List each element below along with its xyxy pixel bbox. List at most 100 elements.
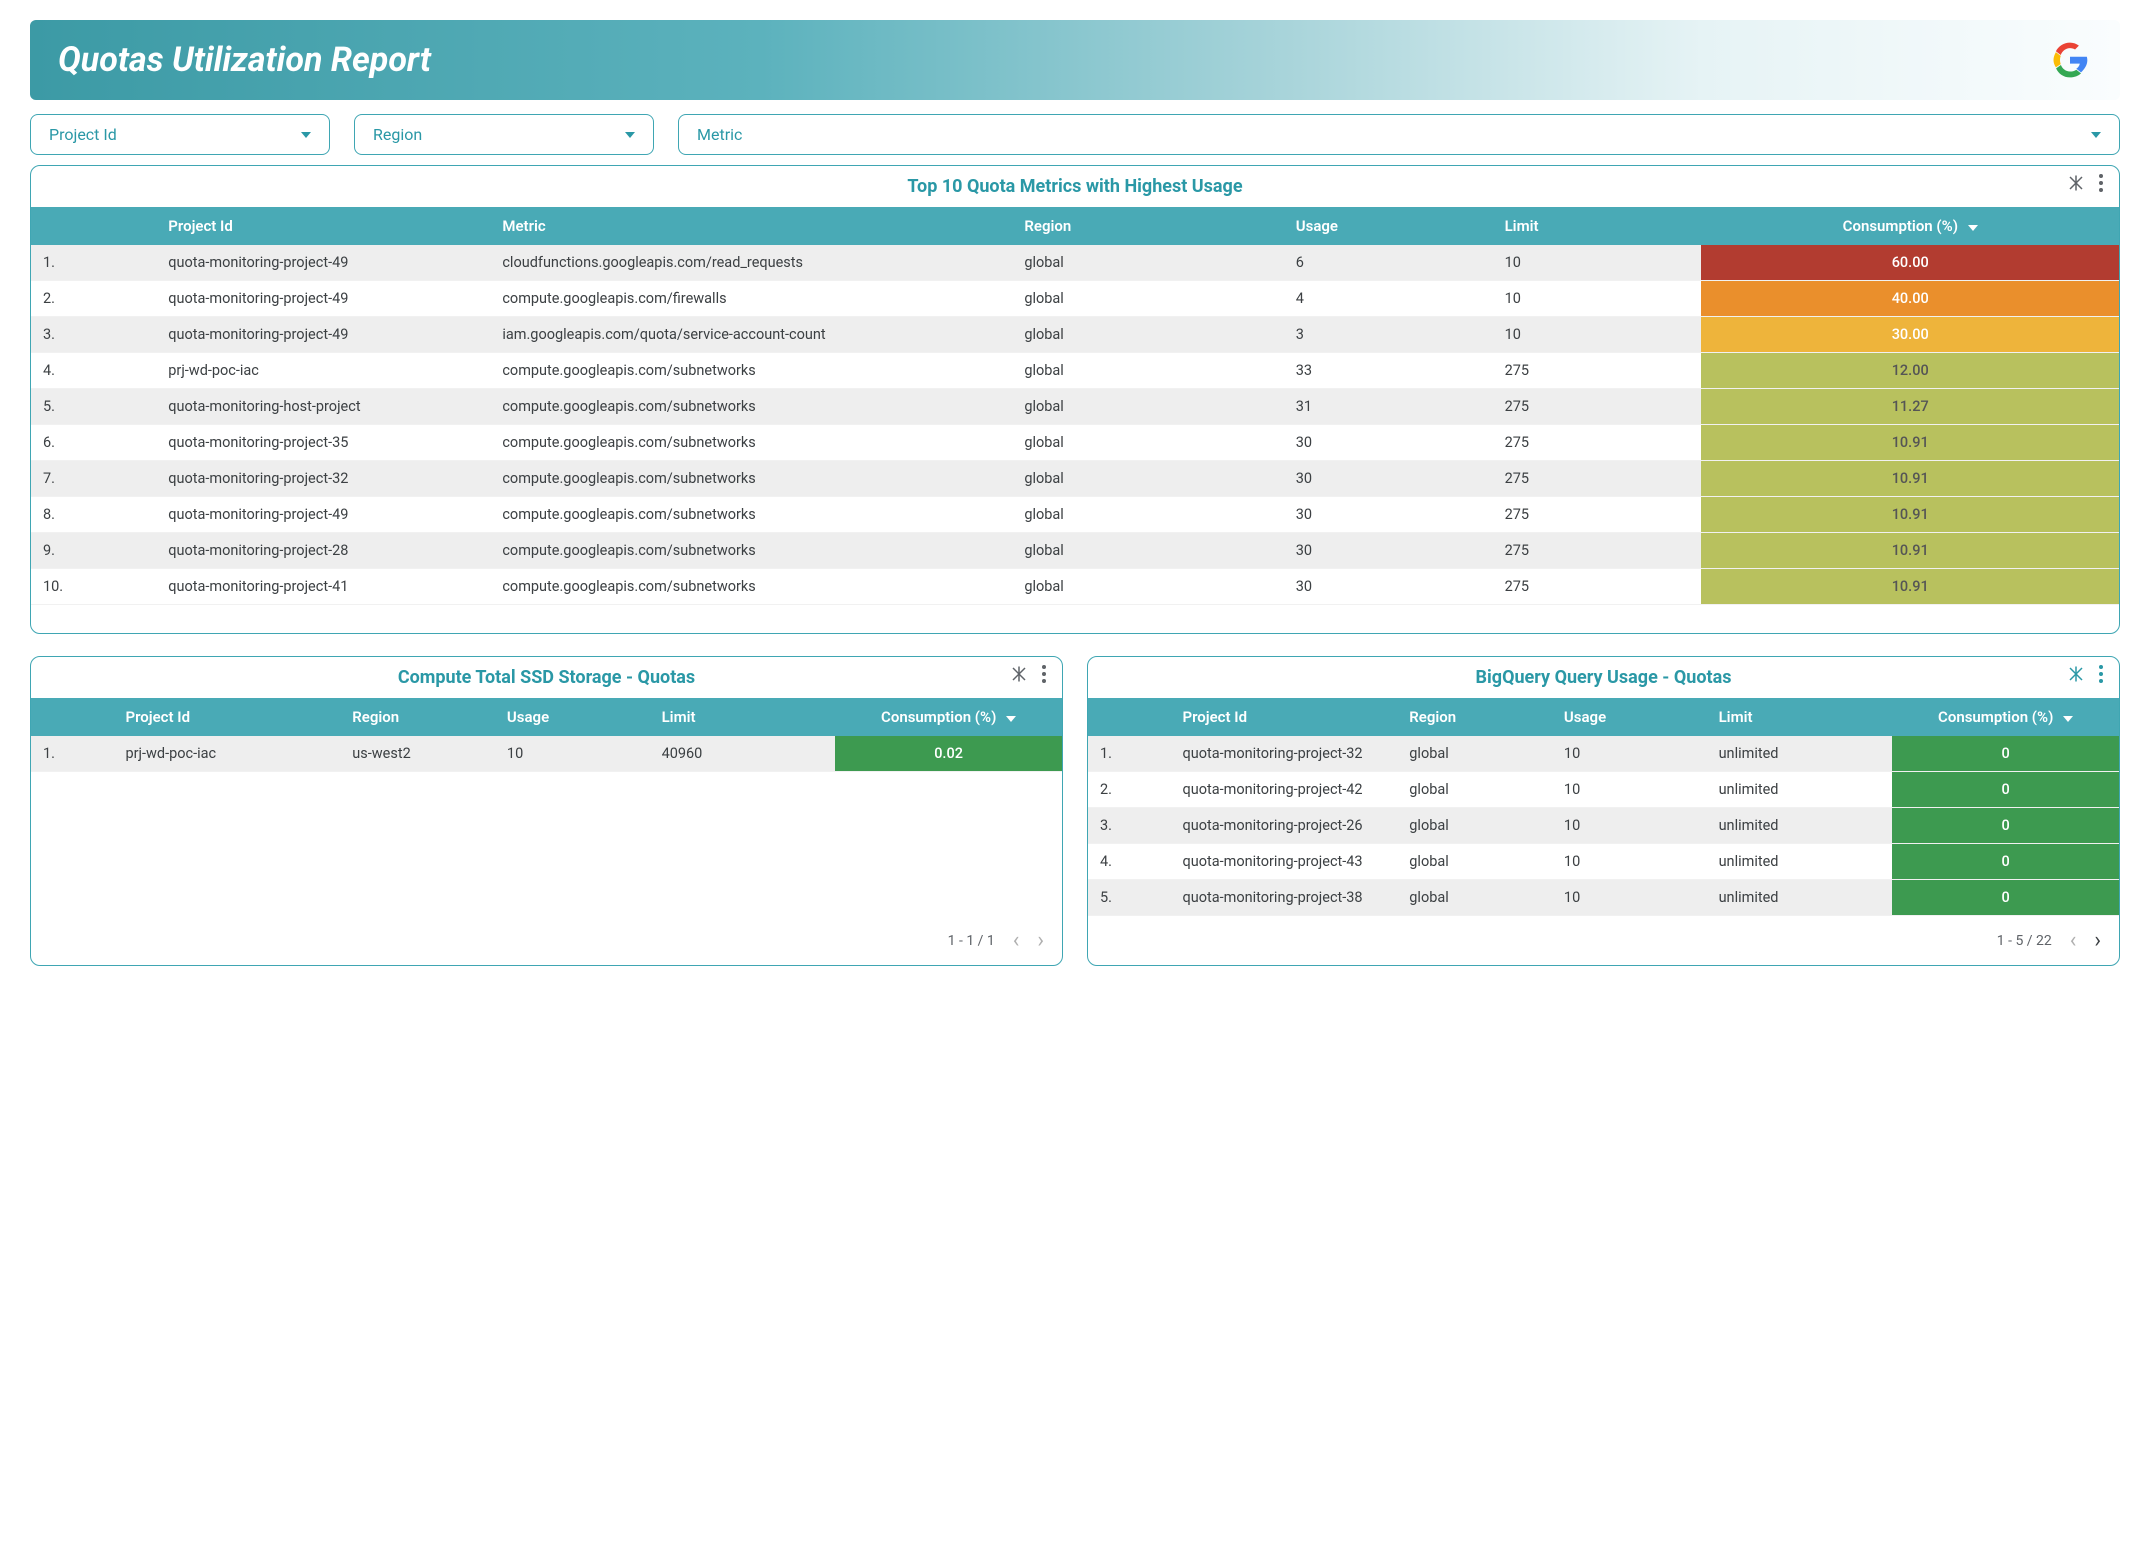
cell-consumption: 10.91: [1701, 425, 2119, 461]
col-consumption-label: Consumption (%): [1938, 708, 2053, 726]
project-id-dropdown[interactable]: Project Id: [30, 114, 330, 155]
col-usage[interactable]: Usage: [495, 698, 650, 736]
col-consumption[interactable]: Consumption (%): [1701, 207, 2119, 245]
panel-title: Compute Total SSD Storage - Quotas: [398, 667, 695, 688]
table-row[interactable]: 1.quota-monitoring-project-49cloudfuncti…: [31, 245, 2119, 281]
cell-consumption: 10.91: [1701, 569, 2119, 605]
cell-consumption: 0: [1892, 880, 2119, 916]
cell-limit: 10: [1493, 245, 1702, 281]
cell-limit: 275: [1493, 569, 1702, 605]
cell-limit: unlimited: [1707, 736, 1893, 772]
cell-project: quota-monitoring-project-32: [1170, 736, 1397, 772]
col-limit[interactable]: Limit: [650, 698, 836, 736]
sort-desc-icon: [1968, 217, 1978, 235]
col-project[interactable]: Project Id: [1170, 698, 1397, 736]
col-metric[interactable]: Metric: [490, 207, 1012, 245]
col-usage[interactable]: Usage: [1284, 207, 1493, 245]
cell-index: 4.: [31, 353, 156, 389]
gcp-logo-icon: [2048, 38, 2092, 82]
cell-project: quota-monitoring-project-38: [1170, 880, 1397, 916]
col-index[interactable]: [31, 698, 113, 736]
cell-limit: 275: [1493, 497, 1702, 533]
col-limit[interactable]: Limit: [1493, 207, 1702, 245]
cell-usage: 30: [1284, 533, 1493, 569]
table-row[interactable]: 4.prj-wd-poc-iaccompute.googleapis.com/s…: [31, 353, 2119, 389]
col-region[interactable]: Region: [1397, 698, 1552, 736]
panel-header: Compute Total SSD Storage - Quotas: [31, 657, 1062, 698]
cell-region: global: [1397, 880, 1552, 916]
reset-filter-icon[interactable]: [2067, 665, 2085, 683]
table-row[interactable]: 6.quota-monitoring-project-35compute.goo…: [31, 425, 2119, 461]
col-index[interactable]: [31, 207, 156, 245]
sort-desc-icon: [2063, 708, 2073, 726]
table-row[interactable]: 5.quota-monitoring-host-projectcompute.g…: [31, 389, 2119, 425]
col-region[interactable]: Region: [1012, 207, 1283, 245]
col-usage[interactable]: Usage: [1552, 698, 1707, 736]
table-row[interactable]: 2.quota-monitoring-project-42global10unl…: [1088, 772, 2119, 808]
next-page-icon[interactable]: ›: [1037, 928, 1044, 953]
panel-menu-icon[interactable]: [1042, 665, 1046, 683]
col-consumption[interactable]: Consumption (%): [835, 698, 1062, 736]
cell-limit: unlimited: [1707, 808, 1893, 844]
cell-metric: compute.googleapis.com/subnetworks: [490, 569, 1012, 605]
table-row[interactable]: 10.quota-monitoring-project-41compute.go…: [31, 569, 2119, 605]
cell-usage: 30: [1284, 497, 1493, 533]
chevron-down-icon: [301, 132, 311, 138]
table-footer: 1 - 5 / 22 ‹ ›: [1088, 916, 2119, 965]
table-row[interactable]: 5.quota-monitoring-project-38global10unl…: [1088, 880, 2119, 916]
cell-region: global: [1397, 772, 1552, 808]
next-page-icon[interactable]: ›: [2094, 928, 2101, 953]
cell-usage: 10: [1552, 772, 1707, 808]
panel-menu-icon[interactable]: [2099, 174, 2103, 192]
cell-region: global: [1012, 461, 1283, 497]
table-row[interactable]: 8.quota-monitoring-project-49compute.goo…: [31, 497, 2119, 533]
cell-index: 8.: [31, 497, 156, 533]
panel-menu-icon[interactable]: [2099, 665, 2103, 683]
cell-region: global: [1012, 569, 1283, 605]
table-row[interactable]: 7.quota-monitoring-project-32compute.goo…: [31, 461, 2119, 497]
table-row[interactable]: 4.quota-monitoring-project-43global10unl…: [1088, 844, 2119, 880]
reset-filter-icon[interactable]: [1010, 665, 1028, 683]
cell-region: global: [1012, 281, 1283, 317]
table-row[interactable]: 3.quota-monitoring-project-49iam.googlea…: [31, 317, 2119, 353]
col-consumption[interactable]: Consumption (%): [1892, 698, 2119, 736]
cell-index: 2.: [31, 281, 156, 317]
cell-index: 9.: [31, 533, 156, 569]
reset-filter-icon[interactable]: [2067, 174, 2085, 192]
col-limit[interactable]: Limit: [1707, 698, 1893, 736]
cell-region: us-west2: [340, 736, 495, 772]
col-project[interactable]: Project Id: [113, 698, 340, 736]
table-row[interactable]: 1.prj-wd-poc-iacus-west210409600.02: [31, 736, 1062, 772]
cell-project: quota-monitoring-project-26: [1170, 808, 1397, 844]
prev-page-icon[interactable]: ‹: [2070, 928, 2077, 953]
bigquery-table: Project Id Region Usage Limit Consumptio…: [1088, 698, 2119, 916]
cell-project: quota-monitoring-project-28: [156, 533, 490, 569]
cell-limit: 40960: [650, 736, 836, 772]
col-project[interactable]: Project Id: [156, 207, 490, 245]
dropdown-label: Project Id: [49, 125, 117, 144]
cell-limit: unlimited: [1707, 844, 1893, 880]
region-dropdown[interactable]: Region: [354, 114, 654, 155]
col-region[interactable]: Region: [340, 698, 495, 736]
cell-metric: iam.googleapis.com/quota/service-account…: [490, 317, 1012, 353]
dropdown-label: Region: [373, 125, 422, 144]
cell-usage: 10: [495, 736, 650, 772]
cell-metric: compute.googleapis.com/subnetworks: [490, 389, 1012, 425]
table-row[interactable]: 2.quota-monitoring-project-49compute.goo…: [31, 281, 2119, 317]
top-quota-panel: Top 10 Quota Metrics with Highest Usage …: [30, 165, 2120, 634]
cell-limit: 275: [1493, 353, 1702, 389]
col-index[interactable]: [1088, 698, 1170, 736]
cell-project: quota-monitoring-project-49: [156, 281, 490, 317]
report-header: Quotas Utilization Report: [30, 20, 2120, 100]
metric-dropdown[interactable]: Metric: [678, 114, 2120, 155]
panel-header: BigQuery Query Usage - Quotas: [1088, 657, 2119, 698]
cell-limit: 10: [1493, 281, 1702, 317]
table-row[interactable]: 3.quota-monitoring-project-26global10unl…: [1088, 808, 2119, 844]
cell-region: global: [1012, 389, 1283, 425]
cell-consumption: 60.00: [1701, 245, 2119, 281]
table-row[interactable]: 9.quota-monitoring-project-28compute.goo…: [31, 533, 2119, 569]
prev-page-icon[interactable]: ‹: [1013, 928, 1020, 953]
filters-row: Project Id Region Metric: [30, 114, 2120, 155]
cell-project: prj-wd-poc-iac: [156, 353, 490, 389]
table-row[interactable]: 1.quota-monitoring-project-32global10unl…: [1088, 736, 2119, 772]
